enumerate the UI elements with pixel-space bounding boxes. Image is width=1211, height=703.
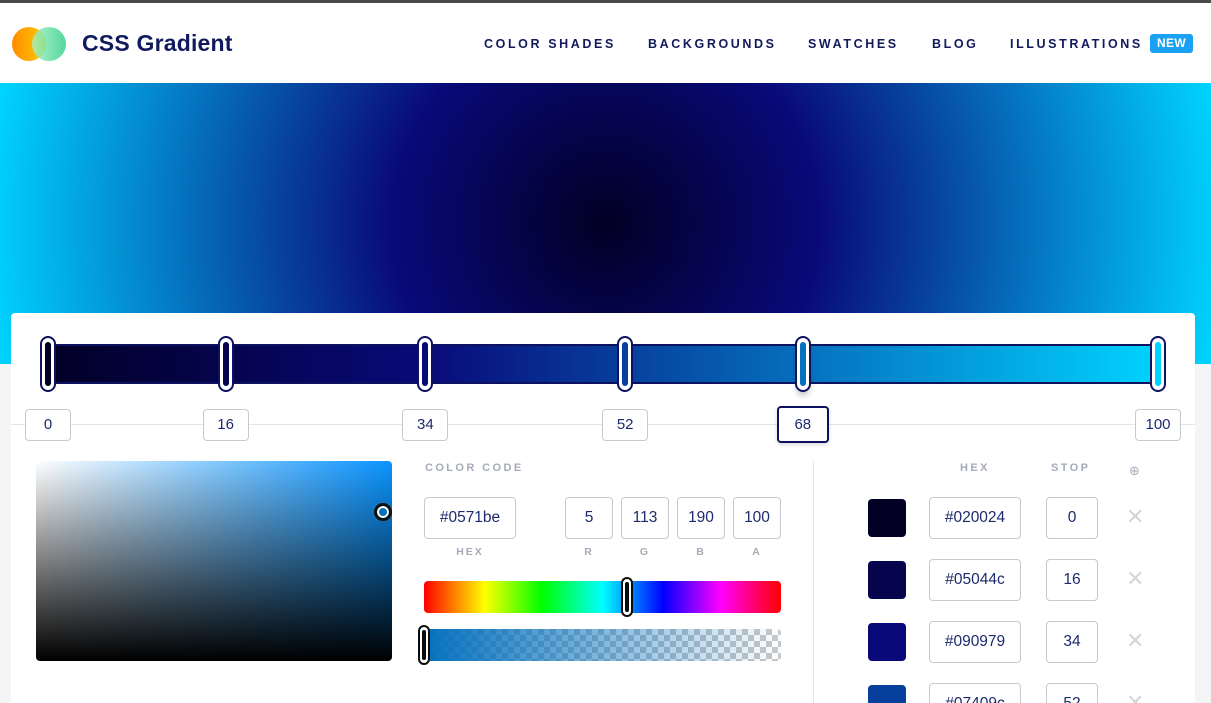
stop-hex-input[interactable] bbox=[929, 497, 1021, 539]
close-icon[interactable]: ✕ bbox=[1126, 506, 1144, 528]
close-icon[interactable]: ✕ bbox=[1126, 568, 1144, 590]
alpha-input[interactable] bbox=[733, 497, 781, 539]
hue-slider-handle[interactable] bbox=[621, 577, 633, 617]
r-sublabel: R bbox=[584, 546, 594, 558]
gradient-stop-bar[interactable] bbox=[40, 344, 1166, 384]
stop-position-label[interactable]: 100 bbox=[1135, 409, 1181, 441]
gradient-stop-handle[interactable] bbox=[40, 336, 56, 392]
b-sublabel: B bbox=[696, 546, 706, 558]
gradient-stop-handle[interactable] bbox=[217, 336, 234, 392]
green-input[interactable] bbox=[621, 497, 669, 539]
color-code-label: COLOR CODE bbox=[425, 462, 524, 474]
a-sublabel: A bbox=[752, 546, 762, 558]
plus-circle-icon[interactable]: ⊕ bbox=[1129, 463, 1140, 479]
nav-backgrounds[interactable]: BACKGROUNDS bbox=[648, 37, 777, 51]
stop-position-input[interactable] bbox=[1046, 683, 1098, 703]
hex-column-header: HEX bbox=[960, 462, 990, 474]
stop-hex-input[interactable] bbox=[929, 559, 1021, 601]
stop-position-label[interactable]: 34 bbox=[402, 409, 449, 441]
g-sublabel: G bbox=[639, 546, 651, 558]
nav-illustrations[interactable]: ILLUSTRATIONS bbox=[1010, 37, 1143, 51]
stop-color-swatch[interactable] bbox=[868, 685, 906, 703]
brand-name[interactable]: CSS Gradient bbox=[82, 30, 233, 57]
gradient-stop-handle[interactable] bbox=[417, 336, 434, 392]
stop-position-label[interactable]: 68 bbox=[776, 406, 829, 443]
alpha-slider-handle[interactable] bbox=[418, 625, 430, 665]
gradient-stop-handle[interactable] bbox=[1150, 336, 1166, 392]
nav-color-shades[interactable]: COLOR SHADES bbox=[484, 37, 616, 51]
site-header: CSS Gradient COLOR SHADES BACKGROUNDS SW… bbox=[0, 3, 1211, 83]
new-badge: NEW bbox=[1150, 34, 1193, 53]
blue-input[interactable] bbox=[677, 497, 725, 539]
stop-position-input[interactable] bbox=[1046, 497, 1098, 539]
hex-input[interactable] bbox=[424, 497, 516, 539]
stop-position-label[interactable]: 16 bbox=[202, 409, 249, 441]
stop-color-swatch[interactable] bbox=[868, 499, 906, 537]
stop-position-input[interactable] bbox=[1046, 621, 1098, 663]
stop-color-swatch[interactable] bbox=[868, 561, 906, 599]
saturation-value-picker[interactable] bbox=[36, 461, 392, 661]
stop-color-swatch[interactable] bbox=[868, 623, 906, 661]
alpha-slider[interactable] bbox=[424, 629, 781, 661]
gradient-stop-handle[interactable] bbox=[794, 336, 811, 392]
stop-hex-input[interactable] bbox=[929, 683, 1021, 703]
stop-position-label[interactable]: 52 bbox=[602, 409, 649, 441]
red-input[interactable] bbox=[565, 497, 613, 539]
nav-blog[interactable]: BLOG bbox=[932, 37, 979, 51]
hex-sublabel: HEX bbox=[456, 546, 484, 558]
panel-divider bbox=[813, 461, 814, 703]
stop-position-input[interactable] bbox=[1046, 559, 1098, 601]
saturation-value-knob[interactable] bbox=[374, 503, 392, 521]
gradient-stop-handle[interactable] bbox=[617, 336, 634, 392]
stop-position-label[interactable]: 0 bbox=[25, 409, 71, 441]
hue-slider[interactable] bbox=[424, 581, 781, 613]
nav-swatches[interactable]: SWATCHES bbox=[808, 37, 899, 51]
logo-icon[interactable] bbox=[12, 27, 68, 61]
stop-hex-input[interactable] bbox=[929, 621, 1021, 663]
stop-column-header: STOP bbox=[1051, 462, 1091, 474]
close-icon[interactable]: ✕ bbox=[1126, 692, 1144, 703]
close-icon[interactable]: ✕ bbox=[1126, 630, 1144, 652]
